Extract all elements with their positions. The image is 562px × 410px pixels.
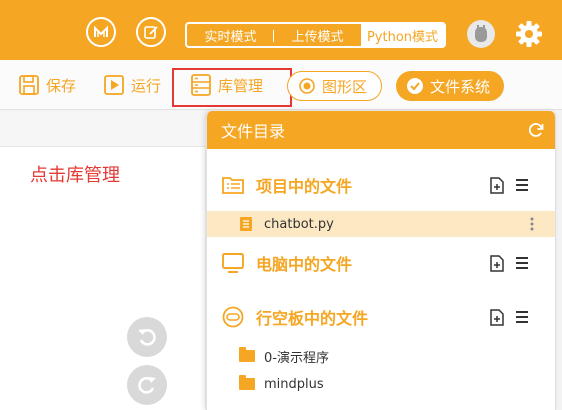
redo-icon <box>138 377 156 394</box>
run-label: 运行 <box>131 76 162 95</box>
panel-header: 文件目录 <box>207 111 555 149</box>
section-title: 行空板中的文件 <box>256 309 369 328</box>
file-name: chatbot.py <box>264 216 334 232</box>
logo-button[interactable] <box>86 17 116 47</box>
play-icon <box>104 75 124 95</box>
save-label: 保存 <box>46 76 77 95</box>
new-file-icon[interactable] <box>489 255 505 272</box>
graphics-area-button[interactable]: 图形区 <box>287 71 383 101</box>
check-circle-icon <box>407 78 423 94</box>
section-title: 项目中的文件 <box>256 177 353 196</box>
folder-icon <box>239 375 255 390</box>
monitor-icon <box>222 253 244 273</box>
save-button[interactable]: 保存 <box>18 71 76 99</box>
panel-title: 文件目录 <box>221 122 286 141</box>
section-computer-files: 电脑中的文件 <box>207 248 555 278</box>
file-directory-panel: 文件目录 项目中的文件 chatbot.py 电脑中的文件 行空板中的文件 0-… <box>206 111 556 410</box>
new-file-icon[interactable] <box>489 309 505 326</box>
save-icon <box>19 75 39 95</box>
list-item[interactable]: mindplus <box>207 371 555 397</box>
mindplus-logo-icon <box>94 25 108 37</box>
run-button[interactable]: 运行 <box>103 71 161 99</box>
section-title: 电脑中的文件 <box>256 255 353 274</box>
filesystem-label: 文件系统 <box>430 77 491 96</box>
undo-icon <box>138 329 156 346</box>
settings-button[interactable] <box>514 19 544 49</box>
new-file-icon[interactable] <box>489 177 505 194</box>
target-icon <box>299 78 315 94</box>
folder-list-icon <box>222 177 244 194</box>
folder-name: mindplus <box>264 376 324 392</box>
mode-realtime[interactable]: 实时模式 <box>187 24 274 46</box>
undo-button[interactable] <box>127 317 167 357</box>
code-editor[interactable]: 点击库管理 <box>0 111 205 410</box>
mode-switch: 实时模式 上传模式 Python模式 <box>185 22 446 48</box>
mode-python[interactable]: Python模式 <box>361 24 444 46</box>
section-board-files: 行空板中的文件 <box>207 302 555 332</box>
folder-icon <box>239 347 255 362</box>
graphics-label: 图形区 <box>322 77 368 96</box>
gear-icon <box>516 21 542 47</box>
edit-icon <box>144 26 158 39</box>
more-vertical-icon[interactable] <box>529 216 535 232</box>
mode-label: 上传模式 <box>291 29 344 45</box>
list-item[interactable]: 0-演示程序 <box>207 343 555 369</box>
user-icon <box>475 25 487 42</box>
edit-button[interactable] <box>136 17 166 47</box>
board-icon <box>222 306 244 328</box>
list-item[interactable]: chatbot.py <box>207 211 555 237</box>
folder-name: 0-演示程序 <box>264 350 329 366</box>
refresh-icon[interactable] <box>527 121 545 139</box>
editor-tab-bar <box>0 111 205 147</box>
top-bar: 实时模式 上传模式 Python模式 <box>0 0 562 60</box>
menu-icon[interactable] <box>515 178 529 192</box>
mode-label: Python模式 <box>366 29 439 45</box>
mode-upload[interactable]: 上传模式 <box>274 24 361 46</box>
file-icon <box>240 217 252 231</box>
menu-icon[interactable] <box>515 256 529 270</box>
user-avatar[interactable] <box>467 20 495 48</box>
instruction-annotation: 点击库管理 <box>30 165 120 186</box>
mode-label: 实时模式 <box>204 29 257 45</box>
library-manager-highlight <box>172 68 292 107</box>
menu-icon[interactable] <box>515 310 529 324</box>
file-system-button[interactable]: 文件系统 <box>396 71 505 101</box>
redo-button[interactable] <box>127 365 167 405</box>
section-project-files: 项目中的文件 <box>207 170 555 200</box>
